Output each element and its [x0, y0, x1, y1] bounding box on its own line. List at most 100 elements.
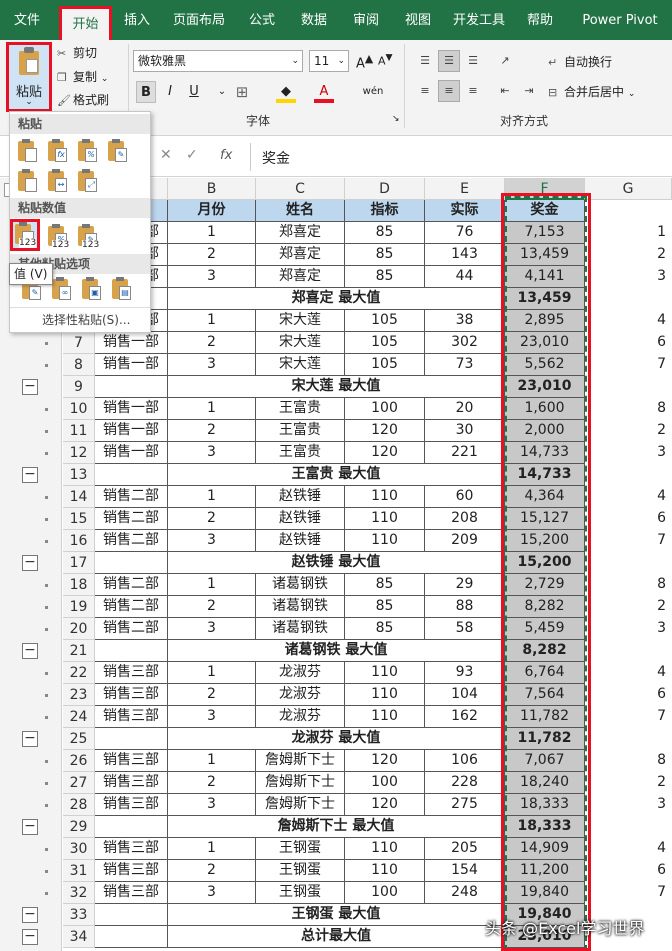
tab-formulas[interactable]: 公式 — [240, 0, 284, 40]
orientation-icon[interactable]: ↗ — [494, 50, 516, 72]
tab-help[interactable]: 帮助 — [518, 0, 562, 40]
paste-linked-picture-icon[interactable]: ▤ — [110, 277, 134, 303]
actual-cell[interactable]: 221 — [425, 442, 505, 464]
target-cell[interactable]: 110 — [345, 706, 425, 728]
subtotal-label[interactable]: 詹姆斯下士 最大值 — [168, 816, 505, 838]
month-cell[interactable]: 3 — [168, 882, 256, 904]
row-header[interactable]: 15 — [63, 508, 95, 530]
target-cell[interactable]: 100 — [345, 882, 425, 904]
format-painter-button[interactable]: 🖌 格式刷 — [57, 91, 109, 108]
name-cell[interactable]: 郑喜定 — [256, 244, 345, 266]
target-cell[interactable]: 110 — [345, 530, 425, 552]
name-cell[interactable]: 詹姆斯下士 — [256, 794, 345, 816]
column-g-cell[interactable]: 3 — [585, 442, 672, 464]
column-g-cell[interactable]: 2 — [585, 772, 672, 794]
decrease-font-icon[interactable]: A▼ — [378, 52, 393, 68]
table-cell[interactable] — [95, 640, 168, 662]
bonus-cell[interactable]: 18,240 — [505, 772, 585, 794]
bonus-cell[interactable]: 4,141 — [505, 266, 585, 288]
row-header[interactable]: 14 — [63, 486, 95, 508]
month-cell[interactable]: 2 — [168, 684, 256, 706]
bonus-cell[interactable]: 2,000 — [505, 420, 585, 442]
tab-power-pivot[interactable]: Power Pivot — [572, 0, 668, 40]
actual-cell[interactable]: 154 — [425, 860, 505, 882]
target-cell[interactable]: 85 — [345, 574, 425, 596]
column-header-g[interactable]: G — [585, 178, 672, 200]
row-header[interactable]: 23 — [63, 684, 95, 706]
actual-cell[interactable]: 44 — [425, 266, 505, 288]
name-cell[interactable]: 诸葛钢铁 — [256, 574, 345, 596]
row-header[interactable]: 33 — [63, 904, 95, 926]
department-cell[interactable]: 销售二部 — [95, 618, 168, 640]
collapse-group-button[interactable]: − — [22, 731, 38, 747]
insert-function-icon[interactable]: fx — [220, 148, 232, 163]
month-cell[interactable]: 3 — [168, 354, 256, 376]
actual-cell[interactable]: 76 — [425, 222, 505, 244]
bonus-cell[interactable]: 11,782 — [505, 728, 585, 750]
paste-formulas-number-format-icon[interactable]: % — [76, 139, 100, 165]
row-header[interactable]: 19 — [63, 596, 95, 618]
department-cell[interactable]: 销售三部 — [95, 750, 168, 772]
paste-keep-column-width-icon[interactable]: ↔ — [46, 169, 70, 195]
department-cell[interactable]: 销售三部 — [95, 684, 168, 706]
column-g-cell[interactable]: 4 — [585, 310, 672, 332]
paste-special-item[interactable]: 选择性粘贴(S)... — [42, 311, 130, 328]
name-cell[interactable]: 王富贵 — [256, 420, 345, 442]
paste-dropdown-icon[interactable]: ⌄ — [9, 97, 49, 107]
name-cell[interactable]: 赵铁锤 — [256, 508, 345, 530]
column-g-cell[interactable]: 6 — [585, 860, 672, 882]
actual-cell[interactable]: 88 — [425, 596, 505, 618]
row-header[interactable]: 12 — [63, 442, 95, 464]
bonus-cell[interactable]: 2,895 — [505, 310, 585, 332]
column-g-cell[interactable]: 8 — [585, 750, 672, 772]
bonus-cell[interactable]: 13,459 — [505, 288, 585, 310]
name-cell[interactable]: 龙淑芬 — [256, 684, 345, 706]
row-header[interactable]: 31 — [63, 860, 95, 882]
row-header[interactable]: 8 — [63, 354, 95, 376]
department-cell[interactable]: 销售三部 — [95, 860, 168, 882]
collapse-group-button[interactable]: − — [22, 467, 38, 483]
bonus-cell[interactable]: 7,067 — [505, 750, 585, 772]
column-g-cell[interactable]: 8 — [585, 398, 672, 420]
bonus-cell[interactable]: 18,333 — [505, 794, 585, 816]
bonus-cell[interactable]: 7,564 — [505, 684, 585, 706]
row-header[interactable]: 11 — [63, 420, 95, 442]
table-cell[interactable] — [95, 464, 168, 486]
table-cell[interactable] — [95, 728, 168, 750]
table-cell[interactable] — [95, 816, 168, 838]
bonus-cell[interactable]: 19,840 — [505, 882, 585, 904]
column-header-e[interactable]: E — [425, 178, 505, 200]
merge-center-button[interactable]: ⊟ 合并后居中 ⌄ — [548, 83, 635, 100]
paste-values-icon[interactable]: 123 — [10, 219, 40, 251]
target-cell[interactable]: 110 — [345, 838, 425, 860]
month-cell[interactable]: 2 — [168, 860, 256, 882]
subtotal-label[interactable]: 宋大莲 最大值 — [168, 376, 505, 398]
column-g-cell[interactable]: 2 — [585, 596, 672, 618]
name-cell[interactable]: 宋大莲 — [256, 354, 345, 376]
column-g-cell[interactable]: 1 — [585, 222, 672, 244]
row-header[interactable]: 21 — [63, 640, 95, 662]
bonus-cell[interactable]: 14,733 — [505, 464, 585, 486]
table-cell[interactable] — [95, 904, 168, 926]
row-header[interactable]: 28 — [63, 794, 95, 816]
subtotal-label[interactable]: 总计最大值 — [168, 926, 505, 948]
column-g-cell[interactable]: 4 — [585, 838, 672, 860]
paste-picture-icon[interactable]: ▣ — [80, 277, 104, 303]
paste-keep-formatting-icon[interactable]: ✎ — [106, 139, 130, 165]
target-cell[interactable]: 105 — [345, 310, 425, 332]
font-name-dropdown[interactable]: 微软雅黑 ⌄ — [133, 50, 303, 72]
border-icon[interactable]: ⊞ — [232, 81, 252, 103]
tab-developer[interactable]: 开发工具 — [448, 0, 510, 40]
bonus-cell[interactable]: 15,200 — [505, 552, 585, 574]
month-cell[interactable]: 3 — [168, 442, 256, 464]
actual-cell[interactable]: 29 — [425, 574, 505, 596]
increase-indent-icon[interactable]: ⇥ — [518, 80, 540, 102]
department-cell[interactable]: 销售一部 — [95, 332, 168, 354]
name-cell[interactable]: 赵铁锤 — [256, 486, 345, 508]
underline-button[interactable]: U — [184, 81, 204, 103]
month-cell[interactable]: 2 — [168, 596, 256, 618]
actual-cell[interactable]: 60 — [425, 486, 505, 508]
align-right-icon[interactable]: ≡ — [462, 80, 484, 102]
dialog-launcher-icon[interactable]: ↘ — [392, 114, 400, 124]
name-cell[interactable]: 王钢蛋 — [256, 860, 345, 882]
